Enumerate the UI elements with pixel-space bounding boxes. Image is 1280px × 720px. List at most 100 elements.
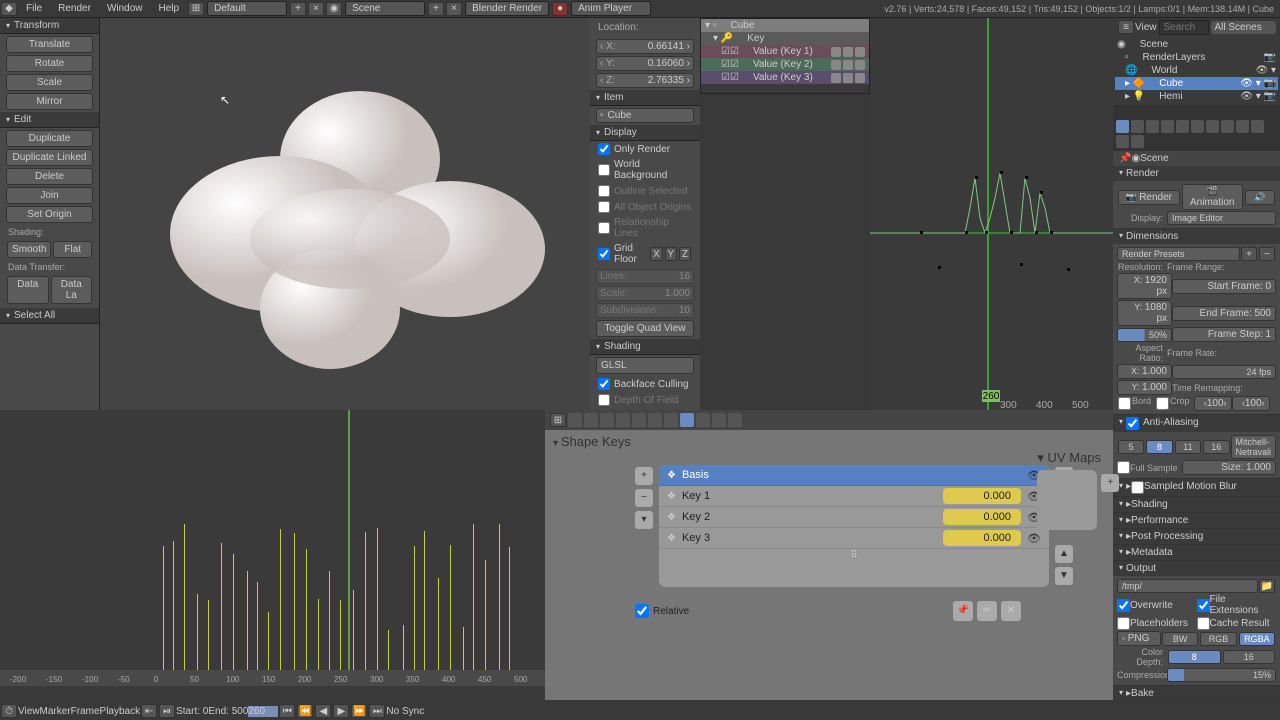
loc-z-field[interactable]: ‹ Z:2.76335 ›	[596, 73, 694, 88]
aspect-y[interactable]: Y: 1.000	[1117, 380, 1172, 395]
duplicate-button[interactable]: Duplicate	[6, 130, 93, 147]
shapekeys-title[interactable]: Shape Keys	[545, 430, 1113, 457]
key3-value[interactable]: 0.000	[943, 530, 1021, 546]
tl-sync[interactable]: No Sync	[386, 706, 426, 717]
placeholders-check[interactable]	[1117, 617, 1130, 630]
timeline-area[interactable]: -200-150-100-500501001502002503003504004…	[0, 410, 545, 686]
outliner-world[interactable]: 🌐World👁 ▾	[1115, 64, 1278, 77]
delete-button[interactable]: Delete	[6, 168, 93, 185]
sk-close-icon[interactable]: ✕	[1001, 601, 1021, 621]
loc-x-field[interactable]: ‹ X:0.66141 ›	[596, 39, 694, 54]
dimensions-section[interactable]: Dimensions	[1113, 229, 1280, 244]
flat-button[interactable]: Flat	[53, 241, 92, 258]
layout-del[interactable]: ×	[308, 2, 324, 16]
loc-y-field[interactable]: ‹ Y:0.16060 ›	[596, 56, 694, 71]
pin-icon[interactable]: 📌	[1119, 153, 1131, 164]
prop-tab-11[interactable]	[728, 413, 742, 427]
tl-editor-icon[interactable]: ⏱	[1, 704, 17, 718]
end-frame[interactable]: End Frame: 500	[1172, 306, 1276, 321]
menu-file[interactable]: File	[18, 1, 50, 16]
transform-header[interactable]: Transform	[0, 18, 99, 34]
format-dropdown[interactable]: ▫ PNG	[1117, 631, 1161, 646]
fps-dropdown[interactable]: 24 fps	[1172, 365, 1276, 379]
scene-add[interactable]: +	[428, 2, 444, 16]
tl-start-field[interactable]: Start: 0	[176, 706, 208, 717]
tl-jump-icon[interactable]: ⇤	[141, 704, 157, 718]
display-dropdown[interactable]: Image Editor	[1167, 211, 1276, 225]
browse-icon[interactable]: 📁	[1259, 579, 1275, 593]
prop-tab-4[interactable]	[616, 413, 630, 427]
prop-tab-data[interactable]	[680, 413, 694, 427]
subdiv-field[interactable]: Subdivisions:10	[596, 303, 694, 318]
prop-tab-6[interactable]	[648, 413, 662, 427]
outliner-icon[interactable]: ≡	[1118, 20, 1134, 34]
props-editor-icon[interactable]: ⊞	[550, 413, 566, 427]
uv-add[interactable]: +	[1101, 474, 1119, 492]
duplicate-linked-button[interactable]: Duplicate Linked	[6, 149, 93, 166]
aa-size[interactable]: Size: 1.000	[1182, 460, 1276, 475]
prop-tab-5[interactable]	[632, 413, 646, 427]
layout-dropdown[interactable]: Default	[207, 1, 287, 16]
tl-marker[interactable]: Marker	[40, 706, 71, 717]
cd8[interactable]: 8	[1168, 650, 1221, 664]
prop-tab-2[interactable]	[584, 413, 598, 427]
outliner-scene[interactable]: ◉Scene	[1115, 38, 1278, 51]
bake-section[interactable]: ▸ Bake	[1113, 686, 1280, 700]
border-check[interactable]	[1118, 397, 1131, 410]
set-origin-button[interactable]: Set Origin	[6, 206, 93, 223]
sk-add[interactable]: +	[635, 467, 653, 485]
rgba-btn[interactable]: RGBA	[1239, 632, 1275, 646]
aa-section[interactable]: Anti-Aliasing	[1113, 415, 1280, 432]
outliner-filter[interactable]: All Scenes	[1211, 21, 1277, 34]
aspect-x[interactable]: X: 1.000	[1117, 364, 1172, 379]
rgb-btn[interactable]: RGB	[1200, 632, 1236, 646]
render-section[interactable]: Render	[1113, 166, 1280, 181]
sk-remove[interactable]: −	[635, 489, 653, 507]
prop-tab-3[interactable]	[600, 413, 614, 427]
shading-header[interactable]: Shading	[590, 339, 700, 355]
anim-player[interactable]: Anim Player	[571, 1, 651, 16]
gridfloor-check[interactable]: Grid FloorXYZ	[590, 241, 700, 267]
outliner-hemi[interactable]: ▸ 💡Hemi👁 ▾ 📷	[1115, 90, 1278, 103]
fullsample[interactable]	[1117, 461, 1130, 474]
smooth-button[interactable]: Smooth	[7, 241, 51, 258]
channel-key1[interactable]: ☑☑Value (Key 1)	[701, 45, 869, 58]
outliner-cube[interactable]: ▸ 🔶Cube👁 ▾ 📷	[1115, 77, 1278, 90]
relationship-check[interactable]: Relationship Lines	[590, 215, 700, 241]
backface-check[interactable]: Backface Culling	[590, 376, 700, 392]
world-bg-check[interactable]: World Background	[590, 157, 700, 183]
output-section[interactable]: Output	[1113, 561, 1280, 576]
toggle-quad-button[interactable]: Toggle Quad View	[596, 320, 694, 337]
menu-window[interactable]: Window	[99, 1, 151, 16]
tl-play-icon[interactable]: ⏯	[159, 704, 175, 718]
prop-tab-9[interactable]	[696, 413, 710, 427]
compression-slider[interactable]: 15%	[1167, 668, 1276, 682]
relative-check[interactable]: Relative	[635, 604, 689, 618]
dof-check[interactable]: Depth Of Field	[590, 392, 700, 408]
tl-view[interactable]: View	[18, 706, 40, 717]
aa11[interactable]: 11	[1175, 440, 1201, 454]
tr-old[interactable]: ‹100›	[1194, 396, 1232, 411]
prop-tab-1[interactable]	[568, 413, 582, 427]
material-tab-icon[interactable]	[1236, 120, 1249, 133]
glsl-dropdown[interactable]: GLSL	[596, 357, 694, 374]
render-tab-icon[interactable]	[1116, 120, 1129, 133]
key1-value[interactable]: 0.000	[943, 488, 1021, 504]
eye-icon[interactable]: 👁	[1027, 532, 1041, 545]
render-button[interactable]: 📷 Render	[1118, 190, 1180, 205]
scale-button[interactable]: Scale	[6, 74, 93, 91]
start-frame[interactable]: Start Frame: 0	[1172, 279, 1276, 294]
outliner-view[interactable]: View	[1135, 22, 1157, 33]
scale-field[interactable]: Scale:1.000	[596, 286, 694, 301]
menu-render[interactable]: Render	[50, 1, 99, 16]
tl-next-icon[interactable]: ⏩	[351, 704, 367, 718]
scene-tab-icon[interactable]	[1146, 120, 1159, 133]
layout-add[interactable]: +	[290, 2, 306, 16]
edit-header[interactable]: Edit	[0, 112, 99, 128]
tl-end-field[interactable]: End: 500	[208, 706, 248, 717]
cache-check[interactable]	[1197, 617, 1210, 630]
shapekey-key1[interactable]: ❖Key 10.000👁	[659, 486, 1049, 507]
tr-new[interactable]: ‹100›	[1232, 396, 1270, 411]
animation-button[interactable]: 🎬 Animation	[1182, 184, 1244, 210]
post-section[interactable]: ▸ Post Processing	[1113, 529, 1280, 544]
